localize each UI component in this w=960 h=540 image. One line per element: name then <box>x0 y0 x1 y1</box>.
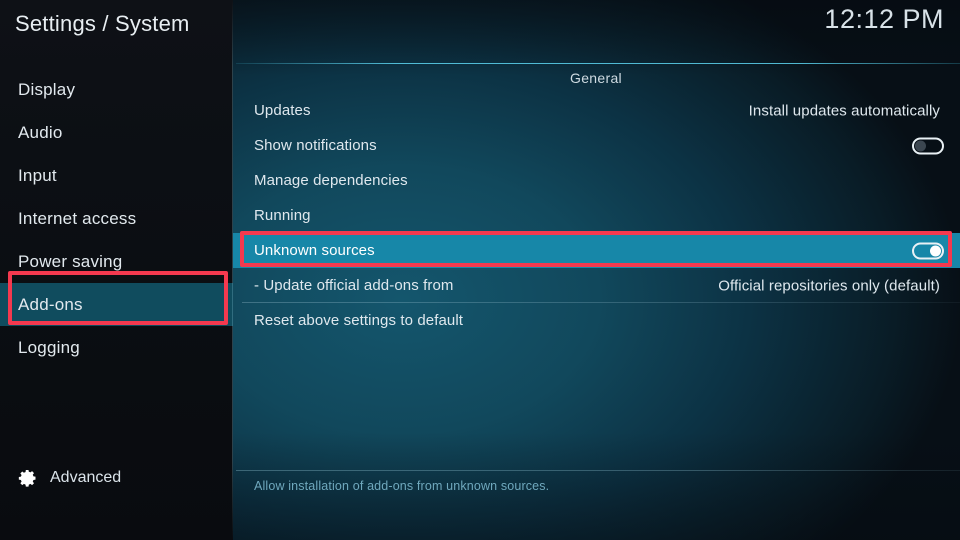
sidebar-nav: Display Audio Input Internet access Power sa… <box>0 68 233 369</box>
sidebar-item-label: Input <box>18 165 57 185</box>
sidebar: Settings / System Display Audio Input Inter… <box>0 0 233 540</box>
page-title: Settings / System <box>15 11 190 36</box>
settings-row-value: Install updates automatically <box>748 102 940 119</box>
settings-row[interactable]: Updates Install updates automatically <box>232 93 960 128</box>
sidebar-item-label: Audio <box>18 122 63 142</box>
kodi-settings-screen: Settings / System Display Audio Input Inter… <box>0 0 960 540</box>
sidebar-item-label: Internet access <box>18 208 137 228</box>
settings-row-value: Official repositories only (default) <box>718 277 940 294</box>
settings-row[interactable]: Reset above settings to default <box>232 303 960 338</box>
sidebar-item-advanced-label: Advanced <box>50 469 122 486</box>
toggle-switch[interactable] <box>912 242 944 259</box>
settings-row-label: Running <box>254 207 311 224</box>
gear-icon <box>18 470 36 487</box>
settings-row[interactable]: - Update official add-ons from Official r… <box>232 268 960 303</box>
toggle-knob <box>930 245 941 256</box>
help-bar-rule <box>236 470 960 471</box>
clock: 12:12 PM <box>824 4 944 34</box>
help-text: Allow installation of add-ons from unkno… <box>254 479 550 493</box>
settings-row-label: - Update official add-ons from <box>254 277 454 294</box>
sidebar-item-advanced[interactable]: Advanced <box>18 468 121 488</box>
sidebar-item-label: Logging <box>18 337 80 357</box>
toggle-knob <box>915 140 926 151</box>
sidebar-item-power-saving[interactable]: Power saving <box>0 240 233 283</box>
settings-row[interactable]: Unknown sources <box>232 233 960 268</box>
sidebar-item-input[interactable]: Input <box>0 154 233 197</box>
sidebar-item-display[interactable]: Display <box>0 68 233 111</box>
sidebar-item-label: Display <box>18 79 76 99</box>
settings-row[interactable]: Manage dependencies <box>232 163 960 198</box>
sidebar-item-internet-access[interactable]: Internet access <box>0 197 233 240</box>
settings-row-label: Show notifications <box>254 137 377 154</box>
settings-row-label: Manage dependencies <box>254 172 408 189</box>
settings-row-label: Unknown sources <box>254 242 375 259</box>
settings-row[interactable]: Running <box>232 198 960 233</box>
panel-top-rule <box>236 63 960 64</box>
settings-row-label: Reset above settings to default <box>254 312 464 329</box>
settings-group-title: General <box>570 70 622 86</box>
sidebar-item-audio[interactable]: Audio <box>0 111 233 154</box>
sidebar-item-label: Add-ons <box>18 294 83 314</box>
settings-row[interactable]: Show notifications <box>232 128 960 163</box>
sidebar-item-label: Power saving <box>18 251 123 271</box>
sidebar-item-logging[interactable]: Logging <box>0 326 233 369</box>
toggle-switch[interactable] <box>912 137 944 154</box>
sidebar-item-add-ons[interactable]: Add-ons <box>0 283 233 326</box>
sidebar-divider <box>232 0 233 540</box>
settings-row-label: Updates <box>254 102 311 119</box>
settings-list: Updates Install updates automatically Show… <box>232 93 960 338</box>
